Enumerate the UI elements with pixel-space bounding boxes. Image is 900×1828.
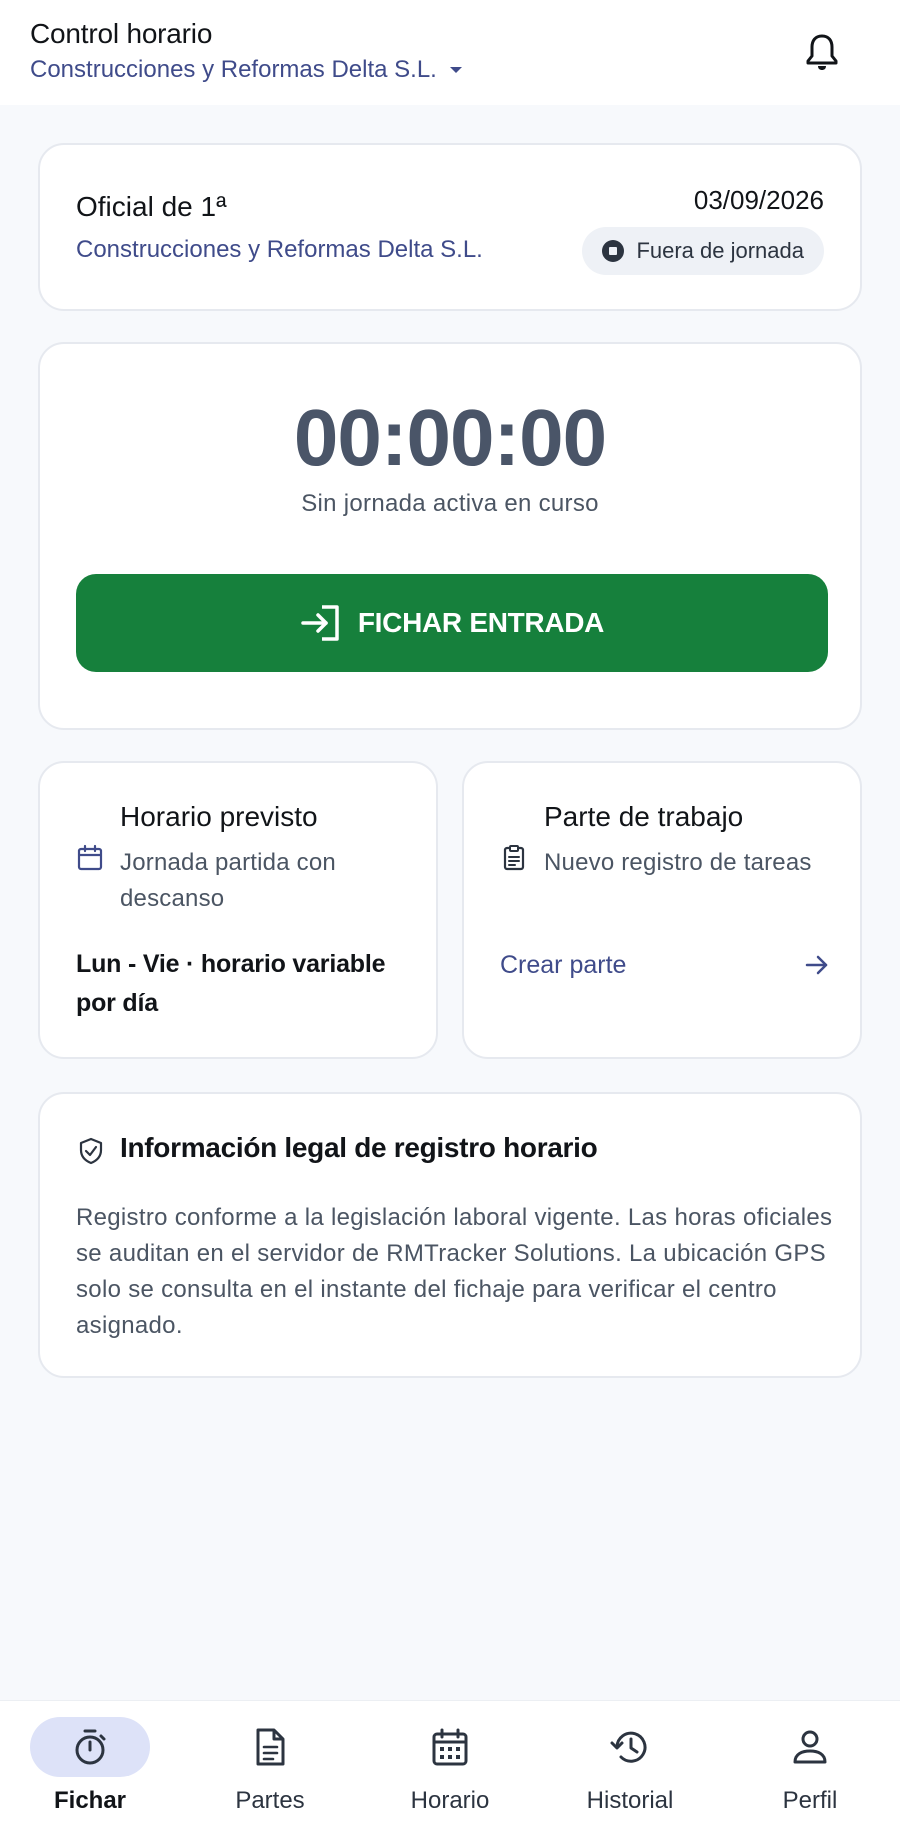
schedule-card[interactable]: Horario previsto Jornada partida con des… xyxy=(38,761,438,1059)
schedule-title: Horario previsto xyxy=(120,801,318,832)
bell-icon xyxy=(806,34,838,70)
nav-label-historial: Historial xyxy=(586,1787,674,1814)
company-selector[interactable]: Construcciones y Reformas Delta S.L. xyxy=(30,56,465,84)
bottom-navigation: Fichar Partes Horario Historial Perfil xyxy=(0,1700,900,1828)
app-title: Control horario xyxy=(30,18,213,49)
nav-label-horario: Horario xyxy=(410,1787,490,1814)
legal-title: Información legal de registro horario xyxy=(120,1132,598,1163)
calendar-icon xyxy=(432,1728,468,1766)
profile-card: Oficial de 1ª Construcciones y Reformas … xyxy=(38,143,862,311)
person-icon xyxy=(793,1730,827,1764)
clock-in-button[interactable]: FICHAR ENTRADA xyxy=(76,574,828,672)
login-icon xyxy=(301,605,339,641)
timer-card: 00:00:00 Sin jornada activa en curso FIC… xyxy=(38,342,862,730)
history-icon xyxy=(610,1731,647,1763)
nav-label-perfil: Perfil xyxy=(782,1787,838,1814)
nav-item-horario[interactable]: Horario xyxy=(360,1701,540,1828)
current-date: 03/09/2026 xyxy=(693,185,824,215)
create-report-link[interactable]: Crear parte xyxy=(500,945,830,985)
clipboard-icon xyxy=(503,845,525,871)
shield-check-icon xyxy=(79,1137,103,1165)
status-badge-label: Fuera de jornada xyxy=(636,238,804,263)
nav-item-partes[interactable]: Partes xyxy=(180,1701,360,1828)
work-report-description: Nuevo registro de tareas xyxy=(544,849,812,876)
calendar-icon xyxy=(77,844,103,871)
schedule-description: Jornada partida con descanso xyxy=(120,849,336,912)
app-bar: Control horario Construcciones y Reforma… xyxy=(0,0,900,105)
nav-label-partes: Partes xyxy=(235,1787,305,1814)
stop-icon xyxy=(602,240,625,262)
timer-icon xyxy=(75,1729,106,1765)
elapsed-timer: 00:00:00 xyxy=(293,393,607,482)
arrow-right-icon xyxy=(805,955,828,975)
timer-caption: Sin jornada activa en curso xyxy=(301,490,599,517)
legal-body: Registro conforme a la legislación labor… xyxy=(76,1204,833,1339)
nav-item-historial[interactable]: Historial xyxy=(540,1701,720,1828)
role-title: Oficial de 1ª xyxy=(76,191,227,222)
status-badge: Fuera de jornada xyxy=(582,227,824,275)
schedule-detail: Lun - Vie · horario variable por día xyxy=(76,950,386,1017)
work-report-title: Parte de trabajo xyxy=(544,801,744,832)
work-report-card: Parte de trabajo Nuevo registro de tarea… xyxy=(462,761,862,1059)
profile-company: Construcciones y Reformas Delta S.L. xyxy=(76,236,483,263)
company-selector-label: Construcciones y Reformas Delta S.L. xyxy=(30,56,437,83)
notifications-button[interactable] xyxy=(802,30,842,74)
document-icon xyxy=(256,1728,285,1766)
create-report-label: Crear parte xyxy=(500,950,627,979)
nav-item-perfil[interactable]: Perfil xyxy=(720,1701,900,1828)
caret-down-icon xyxy=(449,67,462,73)
nav-item-fichar[interactable]: Fichar xyxy=(0,1701,180,1828)
clock-in-button-label: FICHAR ENTRADA xyxy=(357,607,605,638)
nav-label-fichar: Fichar xyxy=(53,1787,127,1814)
legal-info-card: Información legal de registro horario Re… xyxy=(38,1092,862,1378)
